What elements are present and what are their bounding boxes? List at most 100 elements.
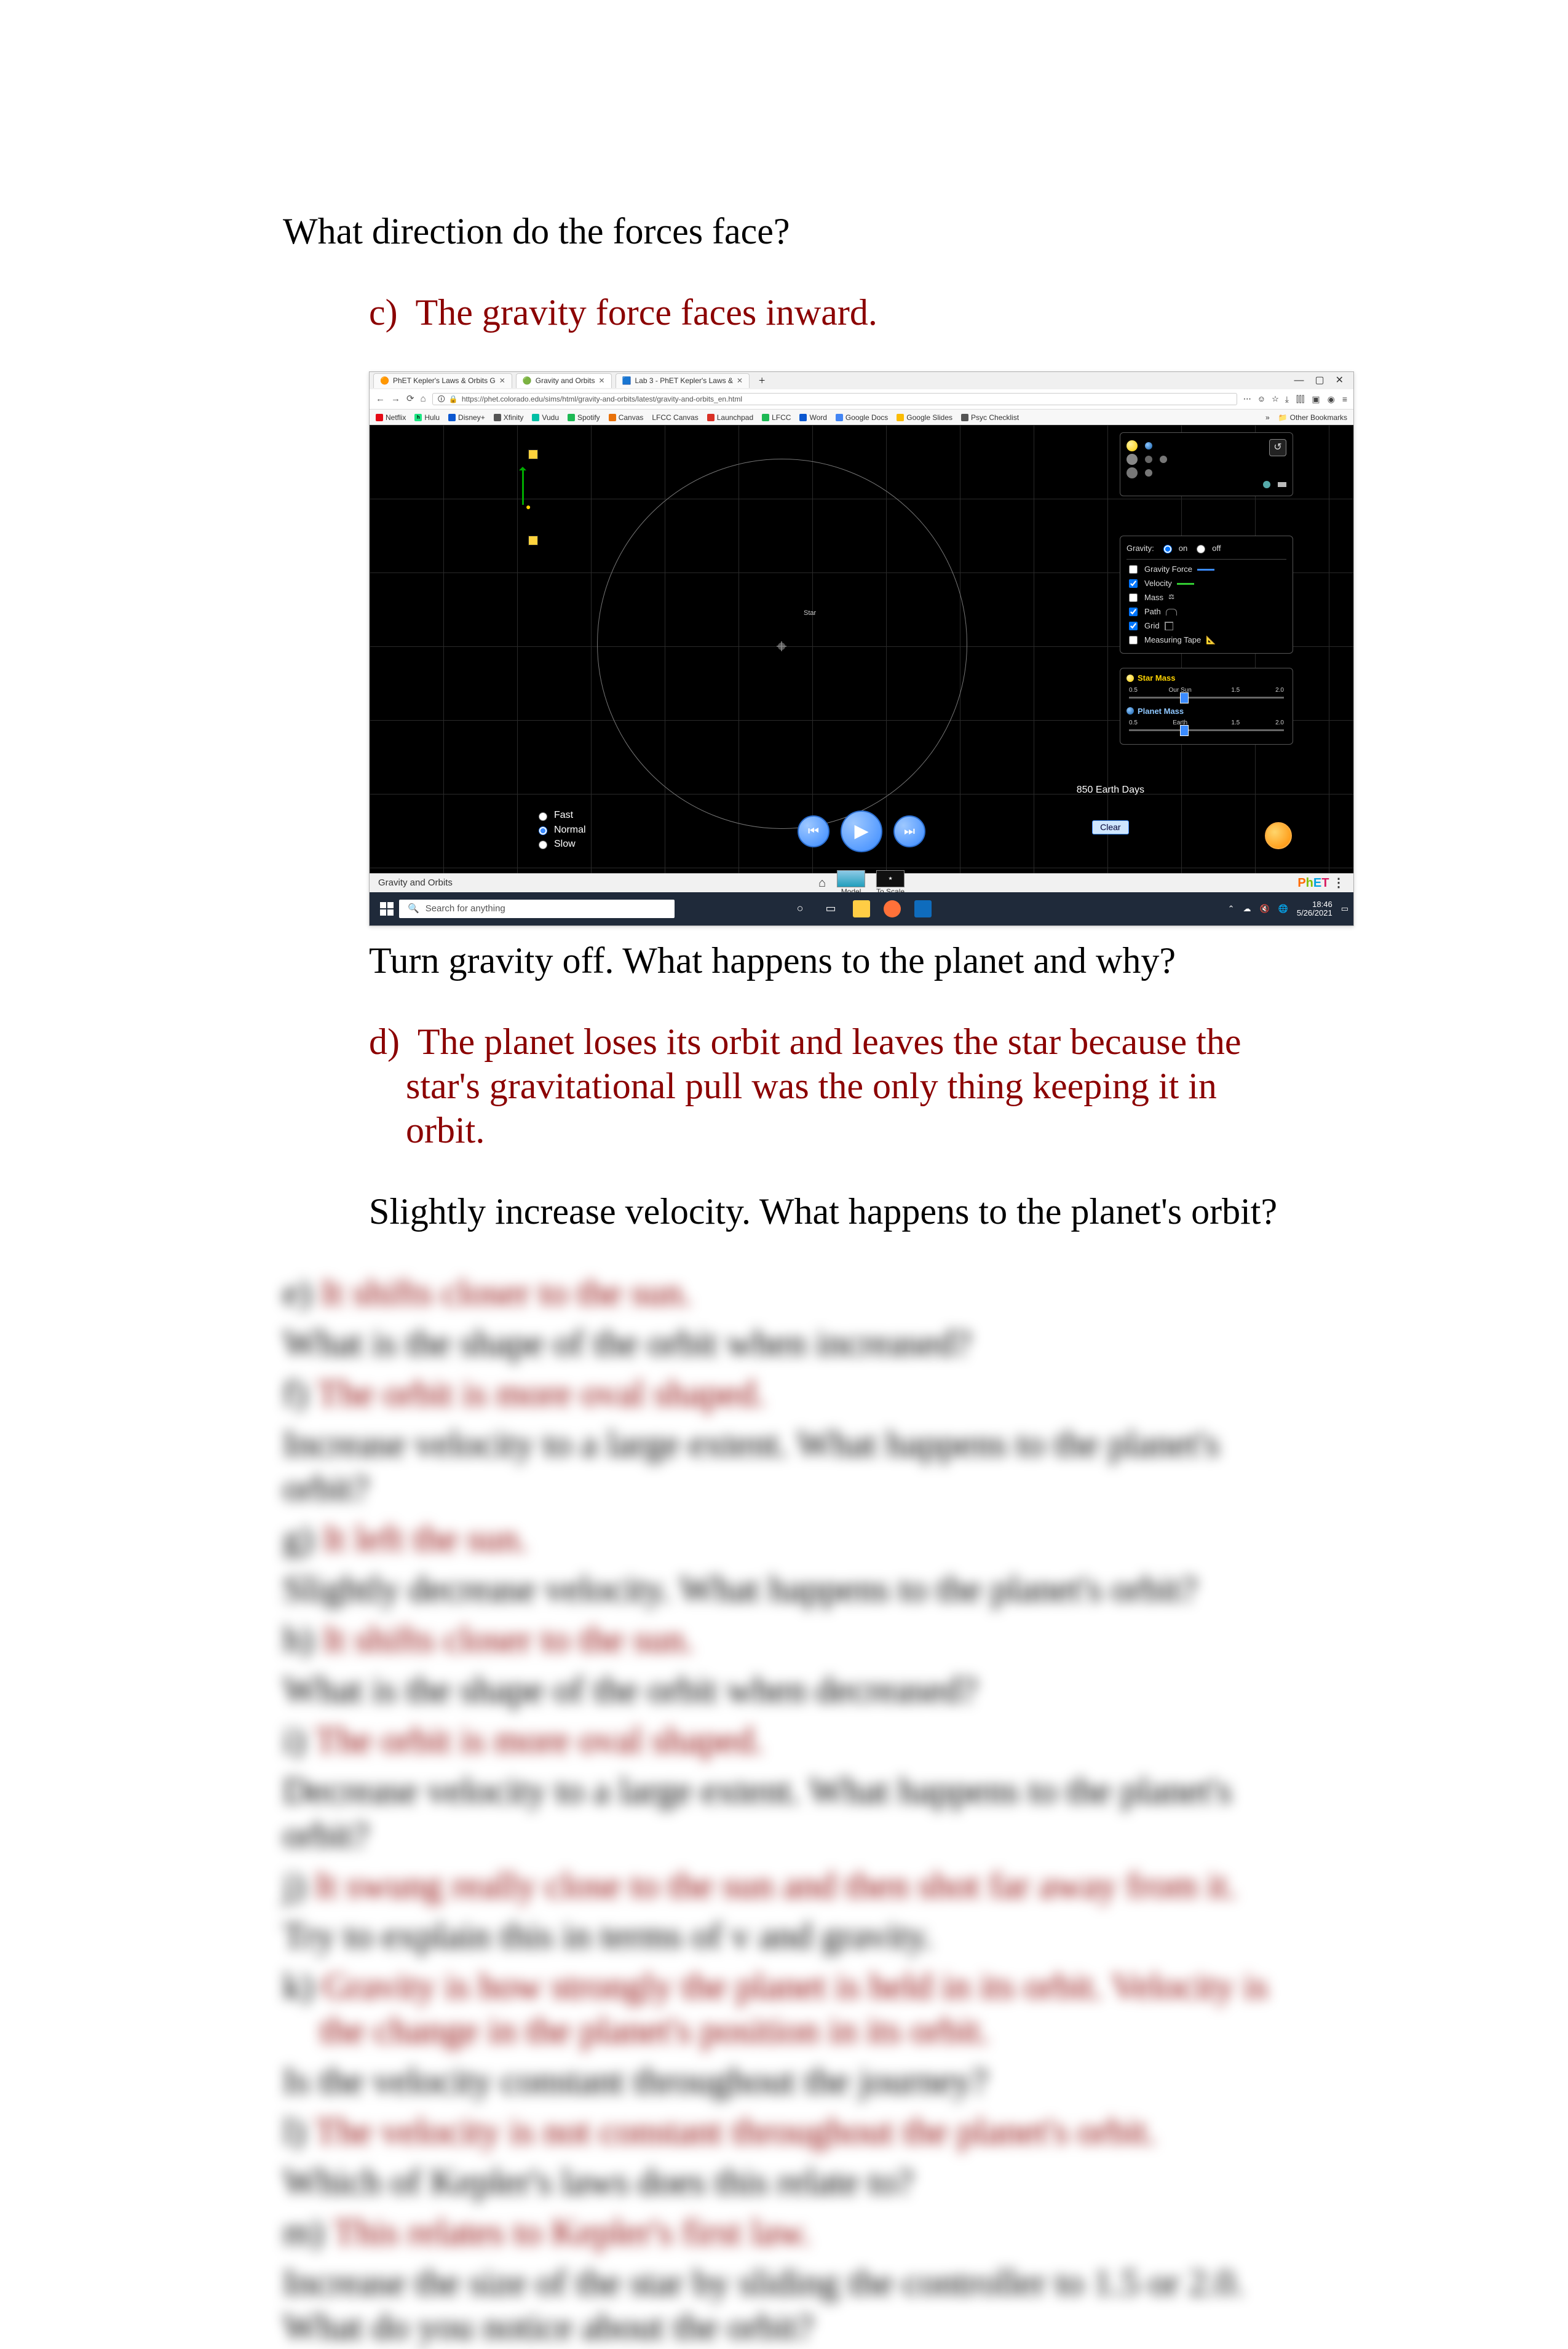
moon-icon xyxy=(1160,456,1167,463)
bookmark-lfcc-canvas[interactable]: LFCC Canvas xyxy=(652,413,698,422)
speed-slow[interactable]: Slow xyxy=(536,838,586,850)
onedrive-icon[interactable]: ☁ xyxy=(1243,904,1251,914)
checkbox-path[interactable]: Path xyxy=(1127,606,1286,618)
bookmark-star-icon[interactable]: ☆ xyxy=(1272,394,1279,404)
other-bookmarks[interactable]: 📁Other Bookmarks xyxy=(1278,413,1347,422)
gravity-off[interactable]: off xyxy=(1194,543,1221,553)
checkbox-velocity[interactable]: Velocity xyxy=(1127,577,1286,590)
menu-icon[interactable]: ≡ xyxy=(1342,394,1347,405)
ruler-end-1[interactable] xyxy=(528,450,538,459)
bookmark-word[interactable]: Word xyxy=(799,413,826,422)
cortana-icon[interactable]: ○ xyxy=(791,900,809,917)
bookmark-hulu[interactable]: hHulu xyxy=(414,413,440,422)
planet-mass-slider[interactable]: 0.5 Earth 1.5 2.0 xyxy=(1129,719,1284,733)
planet-slider-thumb[interactable] xyxy=(1180,725,1189,736)
task-view-icon[interactable]: ▭ xyxy=(822,900,839,917)
reset-scene-button[interactable]: ↺ xyxy=(1269,439,1286,456)
checkbox-grid[interactable]: Grid xyxy=(1127,620,1286,632)
bookmark-lfcc[interactable]: LFCC xyxy=(762,413,791,422)
clear-button[interactable]: Clear xyxy=(1092,820,1128,834)
step-button[interactable]: ⏭ xyxy=(893,815,925,847)
mail-icon[interactable] xyxy=(914,900,932,917)
tab-2-close[interactable]: ✕ xyxy=(598,376,604,385)
bookmark-launchpad[interactable]: Launchpad xyxy=(707,413,753,422)
bookmarks-overflow-icon[interactable]: » xyxy=(1265,413,1270,422)
sim-footer: Gravity and Orbits ⌂ Model ★To Scale PhE… xyxy=(370,873,1353,892)
sim-title: Gravity and Orbits xyxy=(378,877,453,889)
page-actions-icon[interactable]: ⋯ xyxy=(1243,394,1251,404)
answer-c-label: c) xyxy=(369,292,398,333)
to-scale-screen-thumb[interactable]: ★ xyxy=(876,870,905,887)
star-mass-slider[interactable]: 0.5 Our Sun 1.5 2.0 xyxy=(1129,687,1284,700)
bookmark-gdocs[interactable]: Google Docs xyxy=(836,413,888,422)
nav-home-icon[interactable]: ⌂ xyxy=(421,394,426,405)
scene-3[interactable] xyxy=(1127,467,1286,478)
tab-1[interactable]: 🟠 PhET Kepler's Laws & Orbits G ✕ xyxy=(373,373,512,387)
tab-2[interactable]: 🟢 Gravity and Orbits ✕ xyxy=(516,373,612,387)
scene-2[interactable] xyxy=(1127,454,1286,465)
bookmark-xfinity[interactable]: Xfinity xyxy=(494,413,524,422)
simulation-canvas[interactable]: Star ● Fast Normal Slow ⏮ ▶ ⏭ 850 Earth … xyxy=(370,425,1353,874)
velocity-arrow[interactable] xyxy=(522,468,524,505)
scene-1[interactable] xyxy=(1127,440,1286,451)
checkbox-tape[interactable]: Measuring Tape📐 xyxy=(1127,634,1286,646)
bookmark-canvas[interactable]: Canvas xyxy=(609,413,644,422)
bookmark-disney[interactable]: Disney+ xyxy=(448,413,485,422)
file-explorer-icon[interactable] xyxy=(853,900,870,917)
sun2-icon xyxy=(1127,454,1138,465)
network-icon[interactable]: 🌐 xyxy=(1278,904,1288,914)
library-icon[interactable]: ⫿⫿⫿ xyxy=(1296,394,1304,405)
account-icon[interactable]: ◉ xyxy=(1328,394,1335,405)
start-button[interactable] xyxy=(374,897,399,921)
home-icon[interactable]: ⌂ xyxy=(818,876,826,890)
downloads-icon[interactable]: ⤓ xyxy=(1285,394,1289,405)
toolbar-icons: ⤓ ⫿⫿⫿ ▣ ◉ ≡ xyxy=(1285,394,1347,405)
nav-forward-icon[interactable]: → xyxy=(391,394,400,405)
model-screen-thumb[interactable] xyxy=(837,870,865,887)
reset-all-button[interactable] xyxy=(1265,822,1292,849)
maximize-button[interactable]: ▢ xyxy=(1315,374,1324,386)
grid-swatch xyxy=(1165,622,1173,630)
bookmark-vudu[interactable]: Vudu xyxy=(532,413,559,422)
speed-normal[interactable]: Normal xyxy=(536,824,586,836)
windows-taskbar: 🔍 Search for anything ○ ▭ ⌃ ☁ 🔇 🌐 18:46 … xyxy=(370,892,1353,925)
planet-body[interactable]: ● xyxy=(526,502,531,512)
phet-logo[interactable]: PhET ⋮ xyxy=(1297,876,1345,890)
bookmark-netflix[interactable]: Netflix xyxy=(376,413,406,422)
play-button[interactable]: ▶ xyxy=(841,810,882,852)
document-page: What direction do the forces face? c) Th… xyxy=(0,0,1568,2029)
volume-icon[interactable]: 🔇 xyxy=(1259,904,1269,914)
gravity-on[interactable]: on xyxy=(1160,543,1187,553)
nav-reload-icon[interactable]: ⟳ xyxy=(406,394,414,405)
close-window-button[interactable]: ✕ xyxy=(1336,374,1344,386)
tab-1-close[interactable]: ✕ xyxy=(499,376,505,385)
clock[interactable]: 18:46 5/26/2021 xyxy=(1297,900,1332,918)
embedded-screenshot: 🟠 PhET Kepler's Laws & Orbits G ✕ 🟢 Grav… xyxy=(369,371,1354,926)
tab-3-close[interactable]: ✕ xyxy=(737,376,743,385)
minimize-button[interactable]: — xyxy=(1294,374,1304,386)
bookmark-psyc[interactable]: Psyc Checklist xyxy=(961,413,1019,422)
checkbox-mass[interactable]: Mass⚖ xyxy=(1127,592,1286,604)
rewind-button[interactable]: ⏮ xyxy=(798,815,830,847)
firefox-icon[interactable] xyxy=(884,900,901,917)
url-input[interactable]: 🛈 🔒 https://phet.colorado.edu/sims/html/… xyxy=(432,393,1237,405)
checkbox-gravity-force[interactable]: Gravity Force xyxy=(1127,563,1286,576)
star-slider-thumb[interactable] xyxy=(1180,692,1189,703)
reader-icon[interactable]: ☺ xyxy=(1257,394,1265,404)
extensions-icon[interactable]: ▣ xyxy=(1312,394,1320,405)
bookmark-gslides[interactable]: Google Slides xyxy=(897,413,952,422)
new-tab-button[interactable]: ＋ xyxy=(753,376,770,385)
bookmark-spotify[interactable]: Spotify xyxy=(568,413,600,422)
tray-overflow-icon[interactable]: ⌃ xyxy=(1228,904,1235,914)
action-center-icon[interactable]: ▭ xyxy=(1341,904,1348,914)
speed-fast[interactable]: Fast xyxy=(536,809,586,821)
options-panel: Gravity: on off Gravity Force Velocity M… xyxy=(1120,536,1293,654)
tab-3[interactable]: 🟦 Lab 3 - PhET Kepler's Laws & ✕ xyxy=(616,373,750,387)
step-icon: ⏭ xyxy=(904,824,915,839)
taskbar-search[interactable]: 🔍 Search for anything xyxy=(399,900,675,918)
ruler-end-2[interactable] xyxy=(528,536,538,545)
star-body[interactable] xyxy=(775,640,788,652)
phet-menu-icon[interactable]: ⋮ xyxy=(1332,876,1345,890)
scene-4[interactable] xyxy=(1127,481,1286,488)
nav-back-icon[interactable]: ← xyxy=(376,394,385,405)
